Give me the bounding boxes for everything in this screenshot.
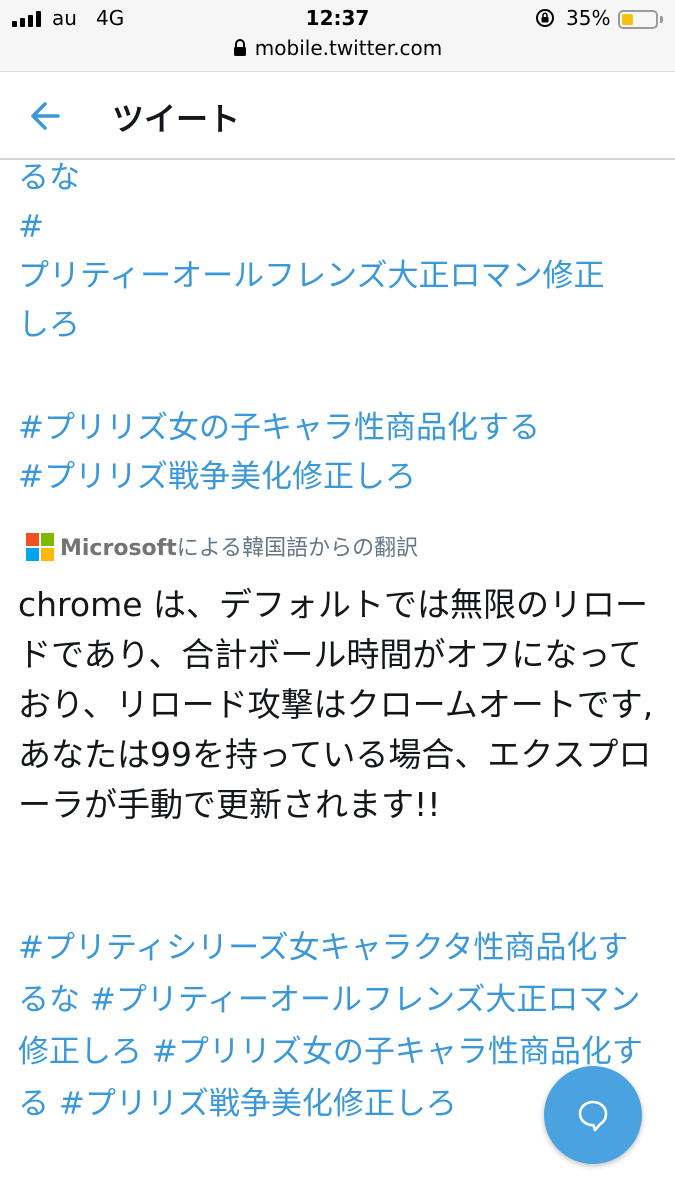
padlock-icon — [233, 39, 246, 56]
hashtag-block-top: るな # プリティーオールフレンズ大正ロマン修正 しろ — [18, 160, 658, 350]
status-bar: au 4G 12:37 35% mobile.twitter.com — [0, 0, 675, 72]
microsoft-logo-icon — [26, 533, 54, 561]
orientation-lock-icon — [536, 9, 554, 27]
hashtag-link[interactable]: #プリリズ戦争美化修正しろ — [18, 453, 658, 502]
translation-provider: Microsoft — [60, 536, 177, 561]
hashtag-link[interactable]: #プリリズ戦争美化修正しろ — [59, 1086, 457, 1122]
tweet-body: るな # プリティーオールフレンズ大正ロマン修正 しろ #プリリズ女の子キャラ性… — [0, 160, 675, 1200]
hashtag-line[interactable]: プリティーオールフレンズ大正ロマン修正 — [18, 252, 658, 301]
app-header: ツイート — [0, 72, 675, 160]
battery-percent: 35% — [566, 6, 611, 30]
hashtag-line[interactable]: しろ — [18, 301, 658, 350]
translation-attribution: Microsoftによる韓国語からの翻訳 — [26, 530, 418, 562]
arrow-left-icon[interactable] — [26, 96, 70, 136]
battery-icon — [618, 10, 658, 29]
translation-note: による韓国語からの翻訳 — [176, 536, 419, 561]
page-title: ツイート — [112, 100, 241, 138]
url-text: mobile.twitter.com — [254, 36, 443, 60]
translated-text: chrome は、デフォルトでは無限のリロードであり、合計ボール時間がオフになっ… — [18, 585, 654, 824]
url-bar[interactable]: mobile.twitter.com — [0, 36, 675, 62]
hashtag-block-top-2: #プリリズ女の子キャラ性商品化する #プリリズ戦争美化修正しろ — [18, 404, 658, 502]
chat-fab-button[interactable] — [544, 1066, 642, 1164]
chat-bubble-icon — [578, 1100, 608, 1132]
hashtag-line[interactable]: るな — [18, 160, 658, 203]
hashtag-line[interactable]: # — [18, 203, 658, 252]
hashtag-link[interactable]: #プリリズ女の子キャラ性商品化する — [18, 404, 658, 453]
